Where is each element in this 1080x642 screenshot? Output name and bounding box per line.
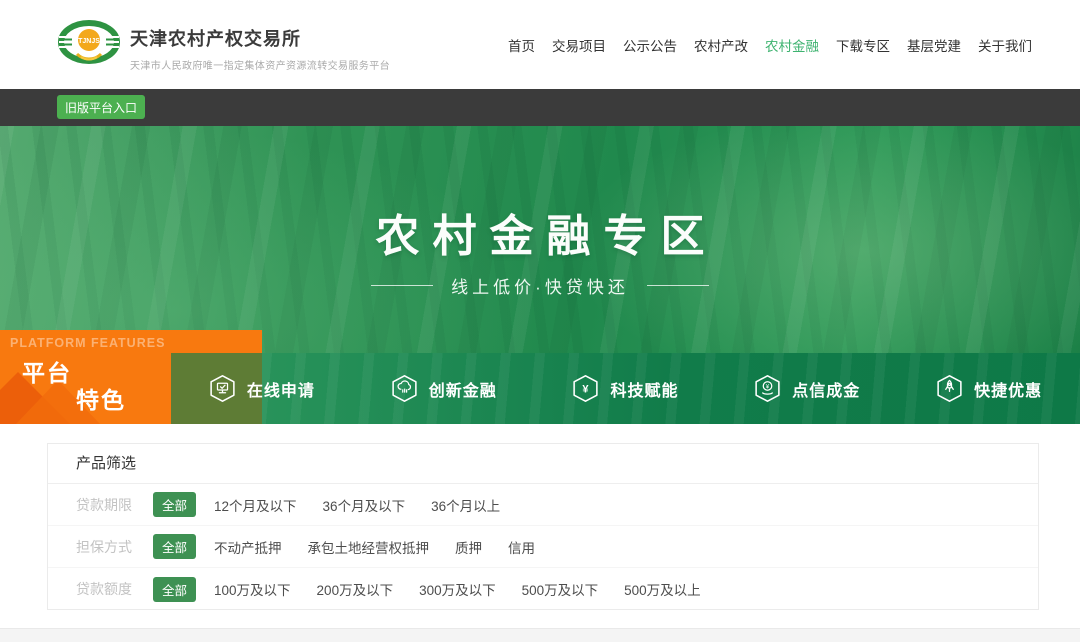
header: TJNJS 天津农村产权交易所 天津市人民政府唯一指定集体资产资源流转交易服务平… [0,0,1080,89]
yen-icon: ¥ [572,374,599,403]
subtitle-right-line [647,285,709,286]
main-nav: 首页交易项目公示公告农村产改农村金融下载专区基层党建关于我们 [508,0,1032,89]
filter-option-0-0[interactable]: 12个月及以下 [214,495,297,515]
feature-list: 在线申请 创新金融 ¥ 科技赋能 ¥ 点信成金 快捷优惠 [171,353,1080,424]
filter-option-2-2[interactable]: 300万及以下 [419,579,496,599]
secondary-bar: 旧版平台入口 [0,89,1080,126]
filter-option-2-4[interactable]: 500万及以上 [624,579,701,599]
nav-item-4[interactable]: 农村金融 [765,35,819,55]
filter-row-label: 担保方式 [76,537,135,557]
nav-item-2[interactable]: 公示公告 [623,35,677,55]
filter-row-1: 担保方式全部不动产抵押 承包土地经营权抵押 质押 信用 [48,526,1038,568]
site-subtitle: 天津市人民政府唯一指定集体资产资源流转交易服务平台 [130,57,390,72]
site-title: 天津农村产权交易所 [130,25,390,51]
svg-text:TJNJS: TJNJS [78,38,100,45]
old-platform-entry-button[interactable]: 旧版平台入口 [57,95,145,119]
filter-row-label: 贷款额度 [76,579,135,599]
nav-item-7[interactable]: 关于我们 [978,35,1032,55]
filter-row-0: 贷款期限全部 12个月及以下 36个月及以下 36个月以上 [48,484,1038,526]
subtitle-left-line [371,285,433,286]
product-filter-card: 产品筛选 贷款期限全部12个月及以下36个月及以下36个月以上担保方式全部不动产… [47,443,1039,610]
filter-row-2: 贷款额度全部 100万及以下 200万及以下 300万及以下 500万及以下 500万及以… [48,568,1038,610]
feature-item-0[interactable]: 在线申请 [171,353,353,424]
banner-title: 农村金融专区 [0,200,1080,264]
monitor-check-icon [209,374,236,403]
feature-label: 创新金融 [429,377,497,401]
filter-selected-chip[interactable]: 全部 [153,534,196,559]
feature-label: 在线申请 [247,377,315,401]
filter-option-2-1[interactable]: 200万及以下 [317,579,394,599]
svg-text:¥: ¥ [766,383,770,390]
filter-option-1-0[interactable]: 不动产抵押 [214,537,282,557]
filter-option-2-0[interactable]: 100万及以下 [214,579,291,599]
banner-subtitle-row: 线上低价·快贷快还 [0,273,1080,298]
cloud-icon [391,374,418,403]
feature-item-1[interactable]: 创新金融 [353,353,535,424]
nav-item-3[interactable]: 农村产改 [694,35,748,55]
filter-selected-chip[interactable]: 全部 [153,577,196,602]
banner-subtitle: 线上低价·快贷快还 [451,273,629,298]
feature-item-2[interactable]: ¥ 科技赋能 [535,353,717,424]
site-logo-icon[interactable]: TJNJS [57,20,121,75]
filter-row-label: 贷款期限 [76,495,135,515]
nav-item-0[interactable]: 首页 [508,35,535,55]
nav-item-1[interactable]: 交易项目 [552,35,606,55]
platform-title-line1: 平台 [22,354,72,388]
filter-card-title: 产品筛选 [48,444,1038,484]
platform-features-eyebrow: PLATFORM FEATURES [10,336,165,350]
filter-option-0-2[interactable]: 36个月以上 [431,495,500,515]
brand-text: 天津农村产权交易所 天津市人民政府唯一指定集体资产资源流转交易服务平台 [130,25,390,72]
coin-hand-icon: ¥ [754,374,781,403]
svg-text:¥: ¥ [583,383,590,395]
rocket-icon [936,374,963,403]
filter-rows: 贷款期限全部12个月及以下36个月及以下36个月以上担保方式全部不动产抵押承包土… [48,484,1038,610]
filter-option-0-1[interactable]: 36个月及以下 [323,495,406,515]
nav-item-6[interactable]: 基层党建 [907,35,961,55]
filter-option-2-3[interactable]: 500万及以下 [522,579,599,599]
nav-item-5[interactable]: 下载专区 [836,35,890,55]
feature-item-4[interactable]: 快捷优惠 [898,353,1080,424]
filter-selected-chip[interactable]: 全部 [153,492,196,517]
filter-option-1-1[interactable]: 承包土地经营权抵押 [308,537,430,557]
footer-strip [0,628,1080,642]
feature-label: 点信成金 [792,377,860,401]
feature-label: 快捷优惠 [974,377,1042,401]
feature-item-3[interactable]: ¥ 点信成金 [716,353,898,424]
filter-option-1-2[interactable]: 质押 [455,537,482,557]
platform-title-line2: 特色 [76,381,126,415]
feature-label: 科技赋能 [610,377,678,401]
filter-option-1-3[interactable]: 信用 [508,537,535,557]
